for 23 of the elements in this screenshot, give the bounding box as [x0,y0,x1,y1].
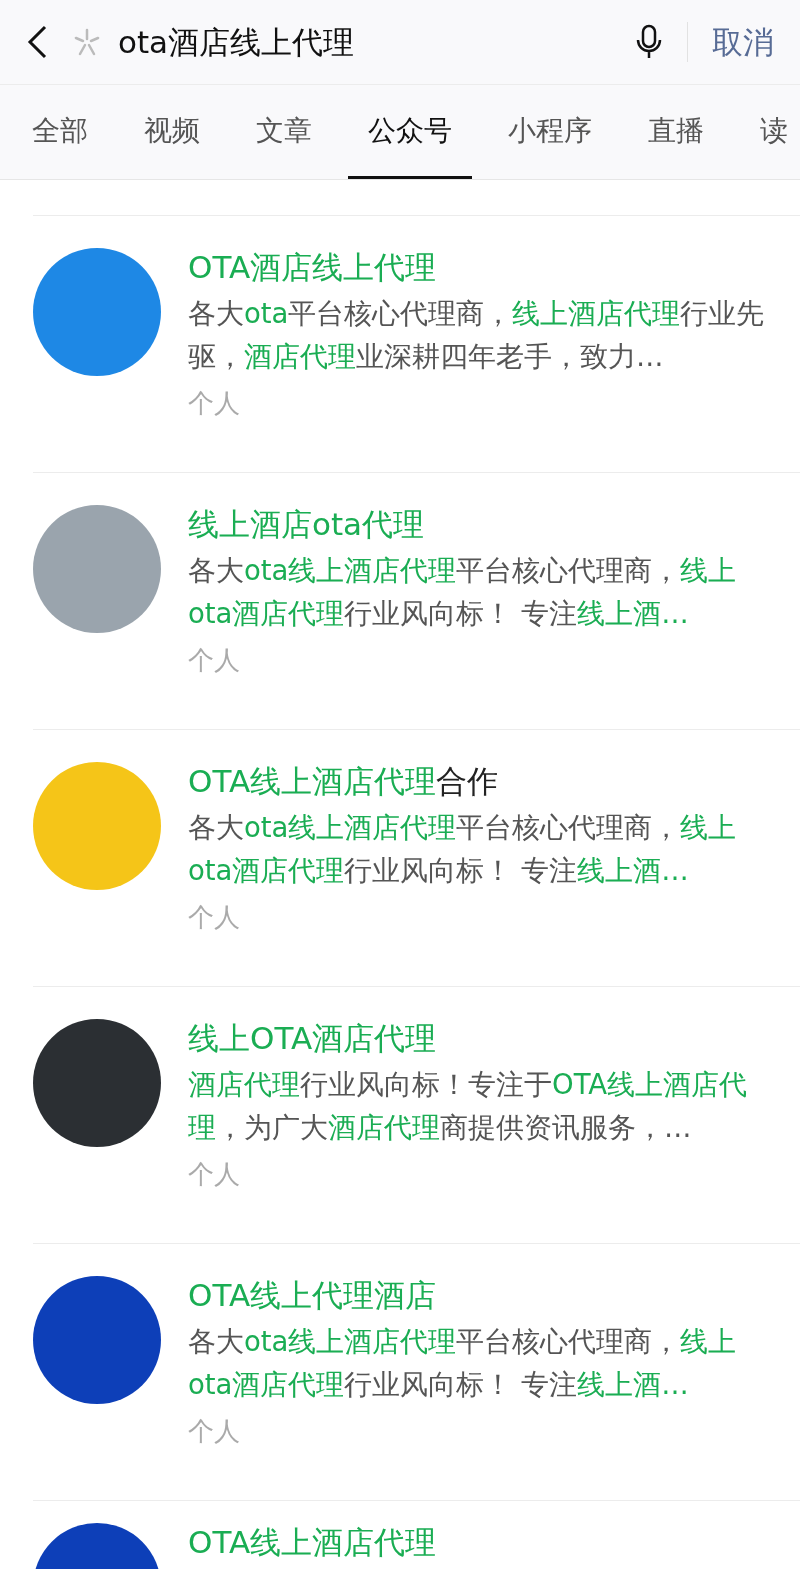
account-name[interactable]: OTA线上酒店代理合作 [188,760,773,802]
tab[interactable]: 直播 [648,85,704,179]
account-type: 个人 [188,1158,241,1191]
microphone-icon[interactable] [635,24,663,60]
tab[interactable]: 文章 [256,85,312,179]
account-description: 酒店代理行业风向标！专注于OTA线上酒店代理，为广大酒店代理商提供资讯服务，… [188,1067,749,1145]
search-query[interactable]: ota酒店线上代理 [118,18,635,66]
account-type: 个人 [188,387,241,420]
account-description: 各大ota线上酒店代理平台核心代理商，线上ota酒店代理行业风向标！ 专注线上酒… [188,1324,738,1402]
account-type: 个人 [188,644,241,677]
tab[interactable]: 公众号 [348,85,472,179]
account-type: 个人 [188,1415,241,1448]
spinner-icon [72,27,102,57]
tab[interactable]: 小程序 [508,85,592,179]
account-description: 各大ota线上酒店代理平台核心代理商，线上ota酒店代理行业风向标！ 专注线上酒… [188,810,738,888]
tab[interactable]: 读 [760,85,788,179]
account-description: 各大ota线上酒店代理平台核心代理商，线上ota酒店代理行业风向标！ 专注线上酒… [188,553,738,631]
tab[interactable]: 全部 [32,85,88,179]
account-description: 各大ota平台核心代理商，线上酒店代理行业先驱，酒店代理业深耕四年老手，致力… [188,296,766,374]
cancel-button[interactable]: 取消 [712,18,774,66]
account-type: 个人 [188,901,241,934]
back-icon[interactable] [26,25,48,59]
tab[interactable]: 视频 [144,85,200,179]
